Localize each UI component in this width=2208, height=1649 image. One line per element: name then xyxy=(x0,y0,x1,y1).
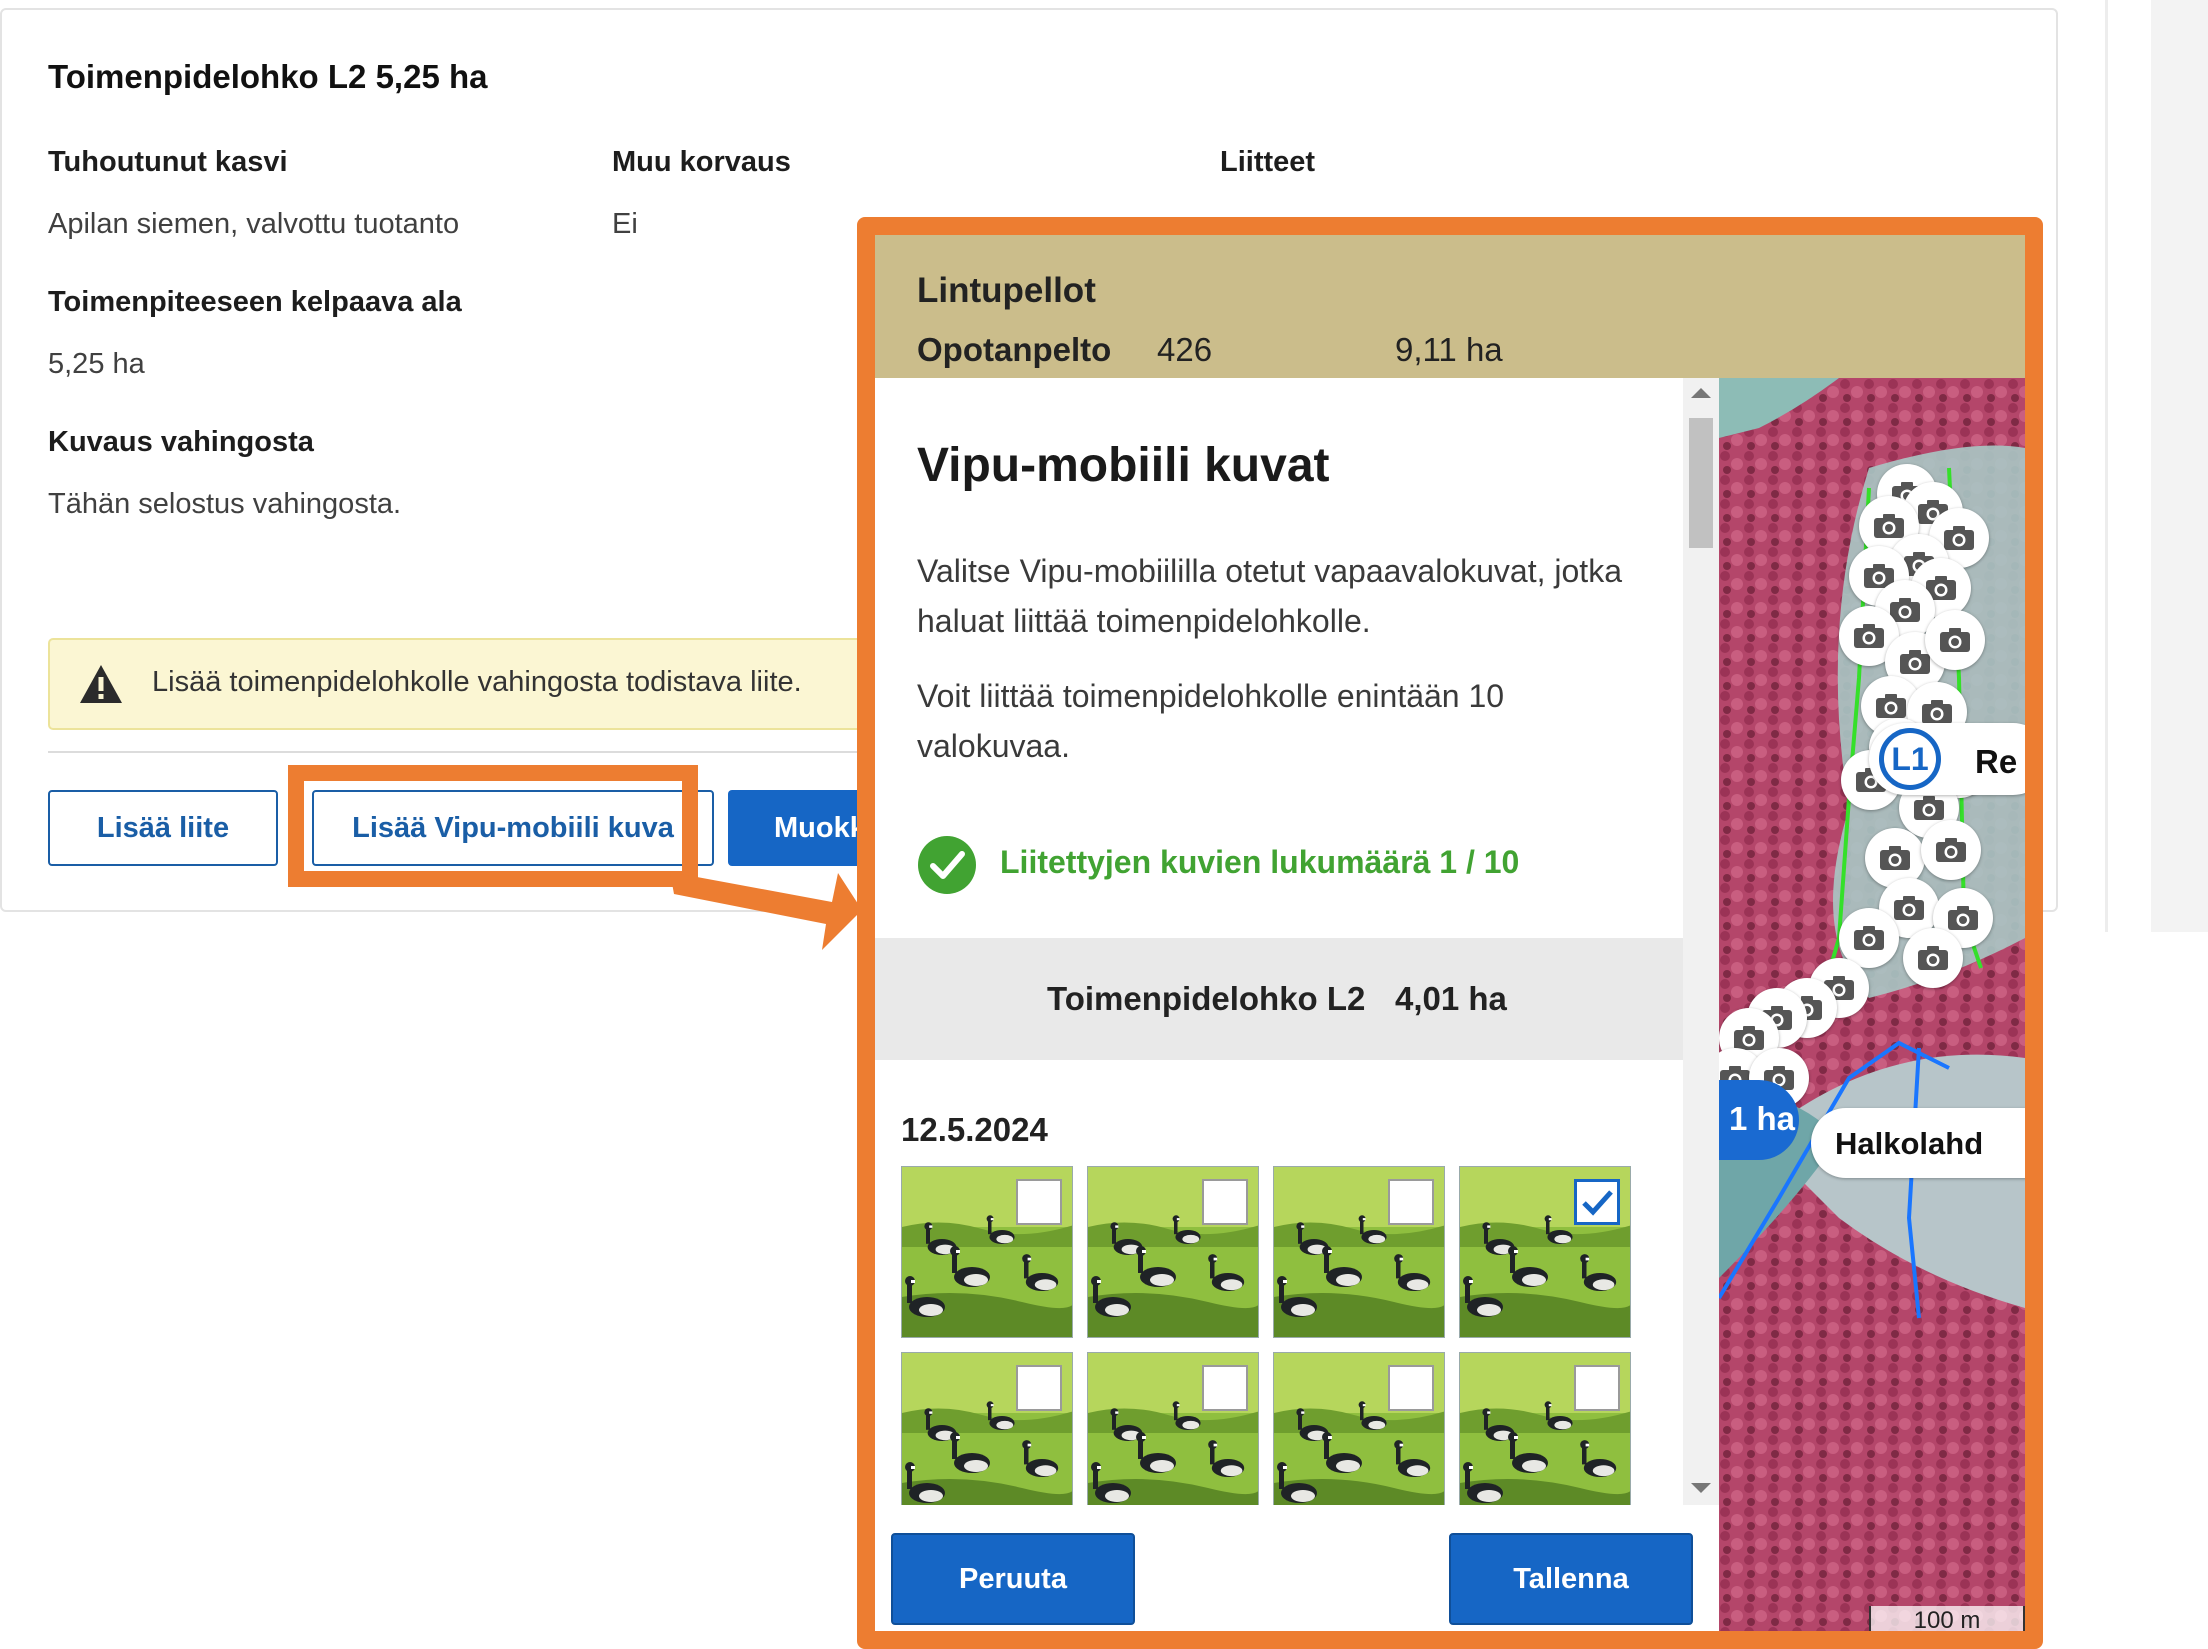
check-circle-icon xyxy=(918,836,976,894)
photo-checkbox[interactable] xyxy=(1202,1365,1248,1411)
eligible-area-value: 5,25 ha xyxy=(48,348,145,380)
crop-label: Tuhoutunut kasvi xyxy=(48,146,288,178)
photo-thumbnail[interactable] xyxy=(1273,1166,1445,1338)
block-name: Toimenpidelohko L2 xyxy=(1047,980,1366,1017)
camera-icon[interactable] xyxy=(1903,928,1963,988)
map-scale-text: 100 m xyxy=(1913,1607,1981,1634)
limit-text: Voit liittää toimenpidelohkolle enintään… xyxy=(917,678,1505,764)
photo-checkbox[interactable] xyxy=(1016,1365,1062,1411)
crop-value: Apilan siemen, valvottu tuotanto xyxy=(48,208,460,240)
other-compensation-label: Muu korvaus xyxy=(612,146,791,178)
dialog-content[interactable]: Vipu-mobiili kuvat Valitse Vipu-mobiilil… xyxy=(875,378,1683,1505)
save-button[interactable]: Tallenna xyxy=(1449,1533,1693,1625)
photo-checkbox[interactable] xyxy=(1202,1179,1248,1225)
side-panel xyxy=(2151,0,2208,932)
eligible-area-label: Toimenpiteeseen kelpaava ala xyxy=(48,286,462,318)
parcel-area: 9,11 ha xyxy=(1395,331,1503,368)
map-label-area-text: 1 ha xyxy=(1729,1100,1796,1137)
checkbox-check-icon xyxy=(1582,1190,1613,1216)
photo-thumbnail[interactable] xyxy=(1087,1352,1259,1505)
attachment-warning: Lisää toimenpidelohkolle vahingosta todi… xyxy=(48,638,918,730)
parcel-name: Opotanpelto xyxy=(917,331,1112,368)
other-compensation-value: Ei xyxy=(612,208,638,240)
highlight-frame xyxy=(288,765,698,887)
map-scale[interactable]: 100 m xyxy=(1869,1606,2025,1634)
map-label-place-text: Halkolahd xyxy=(1835,1126,1984,1161)
parcel-number: 426 xyxy=(1157,331,1213,368)
photo-checkbox[interactable] xyxy=(1574,1179,1620,1225)
block-header: Toimenpidelohko L2 4,01 ha xyxy=(875,938,1683,1060)
content-scrollbar[interactable] xyxy=(1683,378,1719,1505)
scroll-thumb[interactable] xyxy=(1689,418,1713,548)
cancel-button[interactable]: Peruuta xyxy=(891,1533,1135,1625)
attachments-label: Liitteet xyxy=(1220,146,1316,178)
scroll-up-arrow[interactable] xyxy=(1691,388,1711,398)
photo-date: 12.5.2024 xyxy=(901,1111,1048,1148)
photo-thumbnail[interactable] xyxy=(1087,1166,1259,1338)
photo-thumbnail[interactable] xyxy=(901,1352,1073,1505)
map-view[interactable]: Re L1 1 ha Halkolahd 100 m xyxy=(1719,378,2025,1634)
map-label-l1[interactable]: L1 xyxy=(1879,728,1941,790)
add-attachment-button[interactable]: Lisää liite xyxy=(48,790,278,866)
warning-icon xyxy=(80,665,122,703)
photo-thumbnail[interactable] xyxy=(1459,1166,1631,1338)
warning-text: Lisää toimenpidelohkolle vahingosta todi… xyxy=(152,666,802,698)
dialog-header-title: Lintupellot xyxy=(917,271,1096,310)
dialog-footer: Peruuta Tallenna xyxy=(875,1505,1719,1631)
map-label-place[interactable]: Halkolahd xyxy=(1811,1108,2025,1178)
panel-divider xyxy=(2105,0,2108,932)
attached-count: Liitettyjen kuvien lukumäärä 1 / 10 xyxy=(1000,844,1520,880)
photo-checkbox[interactable] xyxy=(1388,1365,1434,1411)
photo-checkbox[interactable] xyxy=(1016,1179,1062,1225)
damage-description-value: Tähän selostus vahingosta. xyxy=(48,488,402,520)
map-label-area[interactable]: 1 ha xyxy=(1719,1080,1799,1160)
instruction-text: Valitse Vipu-mobiililla otetut vapaavalo… xyxy=(917,553,1622,639)
photo-thumbnail[interactable] xyxy=(1273,1352,1445,1505)
map-label-re-text: Re xyxy=(1975,743,2018,780)
map-label-l1-text: L1 xyxy=(1891,740,1929,777)
block-area: 4,01 ha xyxy=(1395,980,1507,1017)
dialog-title: Vipu-mobiili kuvat xyxy=(917,439,1330,492)
photo-thumbnail[interactable] xyxy=(901,1166,1073,1338)
dialog-header: Lintupellot Opotanpelto 426 9,11 ha xyxy=(875,235,2025,378)
camera-icon[interactable] xyxy=(1921,820,1981,880)
photo-checkbox[interactable] xyxy=(1574,1365,1620,1411)
vipu-photos-dialog: Lintupellot Opotanpelto 426 9,11 ha Vipu… xyxy=(857,217,2043,1649)
divider xyxy=(48,751,918,753)
photo-checkbox[interactable] xyxy=(1388,1179,1434,1225)
scroll-down-arrow[interactable] xyxy=(1691,1483,1711,1493)
photo-thumbnail[interactable] xyxy=(1459,1352,1631,1505)
camera-icon[interactable] xyxy=(1925,610,1985,670)
damage-description-label: Kuvaus vahingosta xyxy=(48,426,314,458)
block-title: Toimenpidelohko L2 5,25 ha xyxy=(48,58,488,95)
